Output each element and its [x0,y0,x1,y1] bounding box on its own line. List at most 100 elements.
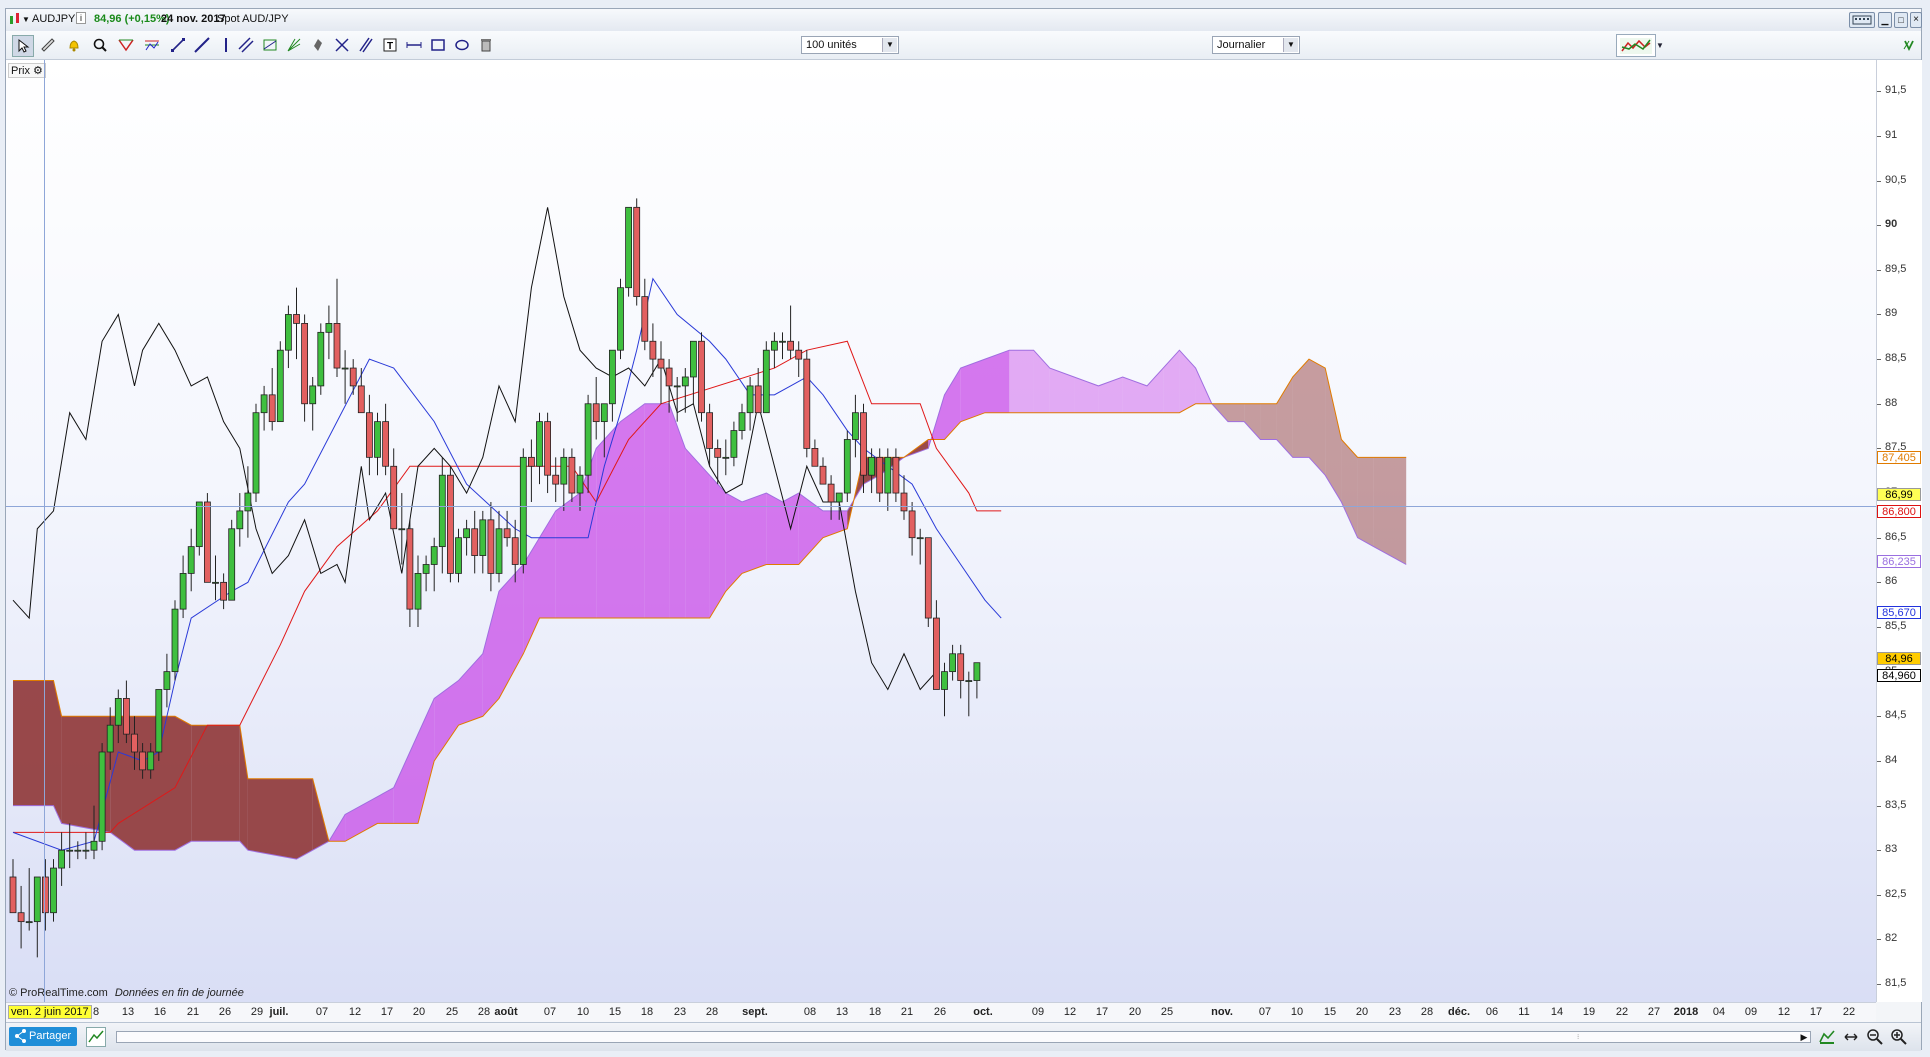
time-tick-label: 8 [92,1006,100,1018]
vertical-line-icon[interactable] [216,35,236,55]
hand-icon[interactable] [308,35,328,55]
channel-icon[interactable] [260,35,280,55]
symbol-name[interactable]: AUDJPY [32,13,75,25]
kumo-cloud-segment [766,493,783,565]
price-tag: 86,99 [1877,487,1921,501]
time-tick-label: 09 [1031,1006,1045,1018]
price-tick-label: 83,5 [1885,798,1907,811]
indicators-icon[interactable] [1616,34,1656,57]
kumo-cloud-segment [53,680,62,824]
pointer-icon[interactable] [12,35,34,57]
ellipse-icon[interactable] [452,35,472,55]
time-tick-label: 19 [1582,1006,1596,1018]
regression-icon[interactable] [356,35,376,55]
horizontal-scrollbar[interactable]: ⁝ ▶ [116,1031,1811,1043]
candle-body [495,528,503,574]
collapse-icon[interactable] [1899,35,1919,55]
dropdown-arrow-icon[interactable]: ▼ [22,15,30,24]
trendline-icon[interactable] [168,35,188,55]
ichimoku-chart[interactable] [6,60,1876,1002]
candle-body [852,412,859,440]
parallel-lines-icon[interactable] [236,35,256,55]
zoom-icon[interactable] [90,35,110,55]
fibonacci-icon[interactable] [116,35,136,55]
trash-icon[interactable] [476,35,496,55]
kumo-cloud-segment [944,368,961,440]
chevron-down-icon[interactable]: ▼ [1654,35,1666,55]
chart-icon [9,12,21,29]
candle-body [762,349,770,414]
candle-body [908,510,916,539]
candle-body [933,617,940,690]
candle-body [536,421,543,467]
chart-canvas[interactable]: Prix ⚙ © ProRealTime.com Données en fin … [6,60,1876,1002]
time-tick-label: 29 [250,1006,264,1018]
time-axis[interactable]: 8 13 16 21 26 29 juil. 07 12 17 20 25 28 août 07 10 15 18… [6,1002,1876,1023]
candle-body [576,474,584,494]
quote-date: 24 nov. 2017 [161,13,226,25]
minimize-icon[interactable]: ▁ [1878,12,1892,28]
candle-body [187,546,195,574]
candle-body [212,581,219,584]
time-tick-label: 23 [673,1006,687,1018]
units-select[interactable]: 100 unités ▼ [801,36,899,54]
price-tick-mark [1877,359,1881,361]
candle-body [422,564,430,574]
candle-body [90,840,98,851]
price-axis[interactable]: 91,59190,59089,58988,58887,58786,58685,5… [1876,60,1922,1002]
scroll-thumb[interactable]: ⁝ [1577,1033,1585,1041]
candle-body [924,537,932,619]
candle-body [179,573,187,610]
keyboard-icon[interactable] [1849,12,1875,28]
price-tick-label: 88,5 [1885,352,1907,365]
candle-body [228,528,236,601]
time-tick-label: 07 [315,1006,329,1018]
time-tick-label: 18 [868,1006,882,1018]
ray-line-icon[interactable] [192,35,212,55]
fibonacci-fan-icon[interactable] [142,35,162,55]
candle-body [835,492,843,503]
price-tick-label: 81,5 [1885,977,1907,990]
autoscale-icon[interactable] [86,1027,106,1047]
share-button[interactable]: Partager [9,1027,78,1046]
ruler-icon[interactable] [38,35,58,55]
price-tick-mark [1877,984,1881,986]
candle-body [487,519,495,574]
alert-bell-icon[interactable] [64,35,84,55]
candle-body [74,849,82,852]
fit-icon[interactable] [1842,1028,1860,1049]
candle-body [284,314,292,351]
info-icon[interactable]: i [76,12,86,24]
gann-fan-icon[interactable] [284,35,304,55]
candle-body [754,385,762,414]
price-scale-label[interactable]: Prix ⚙ [8,63,46,78]
zoom-in-icon[interactable] [1890,1028,1908,1049]
candle-body [973,662,981,681]
candle-body [965,680,973,682]
time-tick-label: sept. [742,1006,768,1018]
kumo-cloud-segment [482,591,499,717]
kumo-cloud-segment [555,493,580,619]
price-tick-mark [1877,582,1881,584]
text-icon[interactable]: T [380,35,400,55]
maximize-icon[interactable]: □ [1894,12,1908,28]
kumo-cloud-segment [345,796,378,842]
candle-body [325,323,333,333]
source-text: © ProRealTime.com [9,987,108,999]
chart-type-icon[interactable] [1818,1028,1836,1049]
close-icon[interactable]: × [1910,12,1922,28]
price-tick-mark [1877,894,1881,896]
kumo-cloud-segment [247,778,297,860]
kumo-cloud-segment [709,475,726,619]
scroll-right-icon[interactable]: ▶ [1799,1031,1809,1043]
period-select[interactable]: Journalier ▼ [1212,36,1300,54]
rectangle-icon[interactable] [428,35,448,55]
kumo-cloud-segment [1147,368,1164,413]
candle-body [309,385,317,405]
pitchfork-icon[interactable] [332,35,352,55]
zoom-out-icon[interactable] [1866,1028,1884,1049]
time-tick-label: 06 [1485,1006,1499,1018]
price-tag: 84,96 [1877,652,1921,666]
arrow-horizontal-icon[interactable] [404,35,424,55]
kumo-cloud-segment [1276,376,1293,458]
